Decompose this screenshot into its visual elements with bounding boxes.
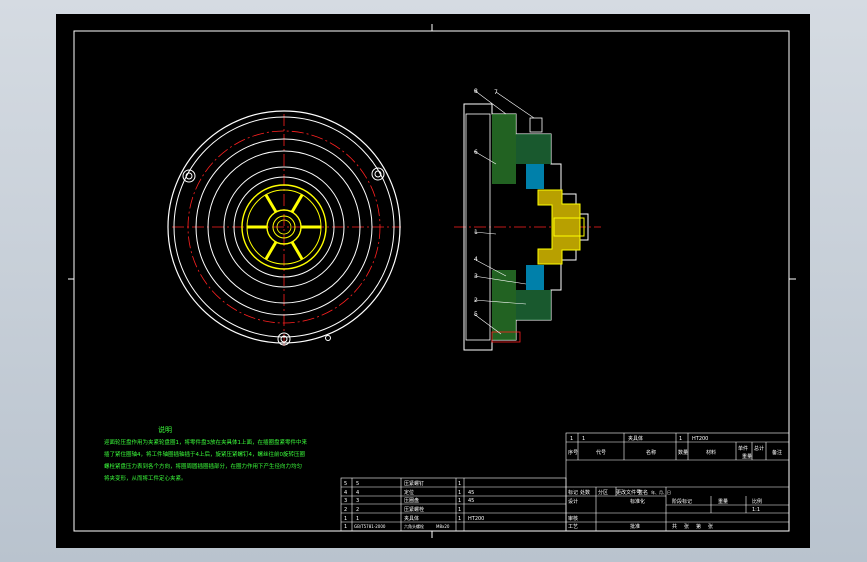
notes-line-3: 螺栓紧盘压力表到各个方向，将圈周圆插圈插部分，在圈力作用下产生径向力均匀 xyxy=(104,462,302,470)
bom-row-2-no: 4 xyxy=(344,490,347,496)
tb-h-unit: 单件 xyxy=(738,445,748,452)
tb-sheet-total: 共 xyxy=(672,523,677,530)
section-label-8: 5 xyxy=(474,311,478,318)
section-label-7: 2 xyxy=(474,297,478,304)
hatch-ring-top xyxy=(516,134,551,164)
tb-scale-value: 1:1 xyxy=(752,507,760,513)
hatch-cyan-bottom xyxy=(526,265,544,290)
pin-hole xyxy=(325,335,331,341)
tb-role-design: 设计 xyxy=(568,498,578,505)
bom-row-2-name: 定位 xyxy=(404,489,414,496)
tb-stage-scale: 比例 xyxy=(752,498,762,505)
tb-stage-weight: 重量 xyxy=(718,498,728,505)
section-label-1: 8 xyxy=(474,88,478,95)
bom-row-4-code: 2 xyxy=(356,507,359,513)
bom-row-4-qty: 1 xyxy=(458,507,461,513)
drawing-sheet: 8 7 6 1 4 3 2 5 说明 迎面轮压盘作用为夹紧轮盘圈1，将零件盘3放… xyxy=(56,14,810,548)
tb-top-3: 夹具体 xyxy=(628,435,643,442)
front-view xyxy=(167,110,401,349)
bom-row-6-code: GB/T5781-2000 xyxy=(354,524,386,529)
tb-h-weight: 重量 xyxy=(742,453,752,460)
bom-row-6-qty: M8x20 xyxy=(436,524,450,529)
bom-row-5-no: 1 xyxy=(344,516,347,522)
bom-text: 5 5 压紧螺钉 1 4 4 定位 1 45 3 3 压圈盘 1 45 2 2 … xyxy=(344,480,484,530)
notes-title: 说明 xyxy=(158,425,172,434)
tb-top-2: 1 xyxy=(582,436,585,442)
section-label-6: 3 xyxy=(474,273,478,280)
bom-row-3-qty: 1 xyxy=(458,498,461,504)
hatch-ring-bottom xyxy=(516,290,551,320)
bom-row-5-qty: 1 xyxy=(458,516,461,522)
bom-row-3-name: 压圈盘 xyxy=(404,497,419,504)
tb-role-review: 审核 xyxy=(568,515,578,522)
bom-row-6-name: 六角头螺栓 xyxy=(404,523,424,529)
tb-top-4: 1 xyxy=(679,436,682,442)
tb-h-material: 材料 xyxy=(706,449,716,456)
tb-stage-mark: 阶段标记 xyxy=(672,498,692,505)
bom-row-4-name: 压紧螺栓 xyxy=(404,506,424,513)
bom-row-1-name: 压紧螺钉 xyxy=(404,480,424,487)
tb-label-mark: 标记 xyxy=(568,489,578,496)
hatch-cyan-top xyxy=(526,164,544,189)
tb-top-1: 1 xyxy=(570,436,573,442)
section-label-4: 1 xyxy=(474,229,478,236)
drawing-canvas: 8 7 6 1 4 3 2 5 说明 迎面轮压盘作用为夹紧轮盘圈1，将零件盘3放… xyxy=(68,24,796,538)
title-block-text: 1 1 夹具体 1 HT200 序号 代号 名称 数量 材料 单件 总计 备注 … xyxy=(568,435,782,530)
section-label-5: 4 xyxy=(474,256,478,263)
notes-line-1: 迎面轮压盘作用为夹紧轮盘圈1，将零件盘3放在夹具体1上面，在插圈盘紧零件中来 xyxy=(104,438,308,446)
section-view: 8 7 6 1 4 3 2 5 xyxy=(454,88,601,351)
tb-role-standard: 标准化 xyxy=(630,498,645,505)
bom-row-2-code: 4 xyxy=(356,490,359,496)
section-label-2: 7 xyxy=(494,89,498,96)
section-label-3: 6 xyxy=(474,149,478,156)
bom-row-1-no: 5 xyxy=(344,481,347,487)
tb-top-5: HT200 xyxy=(692,436,708,442)
tb-h-code: 代号 xyxy=(596,449,606,456)
tb-label-count: 处数 xyxy=(580,489,590,496)
tb-h-name: 名称 xyxy=(646,449,656,456)
bom-row-3-code: 3 xyxy=(356,498,359,504)
hatch-body-top xyxy=(492,114,516,184)
top-bolt xyxy=(529,117,543,133)
cad-viewport[interactable]: 8 7 6 1 4 3 2 5 说明 迎面轮压盘作用为夹紧轮盘圈1，将零件盘3放… xyxy=(0,0,867,562)
notes-line-2: 插了紧住圈轴4，将工件轴圈插轴插于4上后，旋紧压紧螺钉4，螺丝往前0旋转压圈 xyxy=(104,450,305,458)
bom-row-5-name: 夹具体 xyxy=(404,515,419,522)
tb-h-total: 总计 xyxy=(754,445,764,452)
bom-row-3-material: 45 xyxy=(468,498,474,504)
technical-notes: 说明 迎面轮压盘作用为夹紧轮盘圈1，将零件盘3放在夹具体1上面，在插圈盘紧零件中… xyxy=(104,425,308,482)
tb-sheet-no: 第 xyxy=(696,523,701,530)
tb-h-qty: 数量 xyxy=(678,449,688,456)
bom-row-5-material: HT200 xyxy=(468,516,484,522)
tb-role-approve: 批准 xyxy=(630,523,640,530)
tb-role-process: 工艺 xyxy=(568,524,578,530)
bom-row-2-qty: 1 xyxy=(458,490,461,496)
tb-label-sign: 签名 xyxy=(638,489,648,496)
bom-row-5-code: 1 xyxy=(356,516,359,522)
notes-line-4: 将夹变形，从而将工件定心夹紧。 xyxy=(104,474,187,482)
tb-h-remark: 备注 xyxy=(772,449,782,456)
bom-row-2-material: 45 xyxy=(468,490,474,496)
tb-sheet-unit-1: 张 xyxy=(684,523,689,530)
bom-row-3-no: 3 xyxy=(344,498,347,504)
bom-row-4-no: 2 xyxy=(344,507,347,513)
bom-row-6-no: 1 xyxy=(344,524,347,530)
tb-label-date: 年、月、日 xyxy=(651,489,671,495)
bom-row-1-qty: 1 xyxy=(458,481,461,487)
tb-sheet-unit-2: 张 xyxy=(708,523,713,530)
tb-h-no: 序号 xyxy=(568,449,578,456)
tb-label-zone: 分区 xyxy=(598,489,608,496)
bom-row-1-code: 5 xyxy=(356,481,359,487)
